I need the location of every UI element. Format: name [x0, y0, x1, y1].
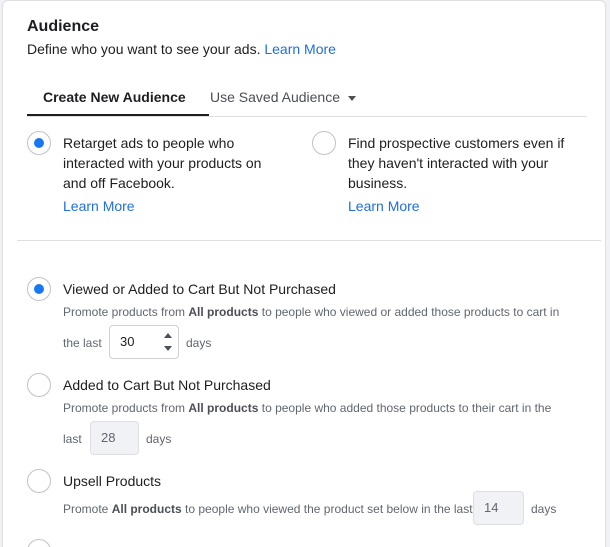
- tab-use-saved-audience[interactable]: Use Saved Audience: [210, 89, 356, 105]
- added-to-cart-radio[interactable]: [27, 373, 51, 397]
- tab-divider: [27, 116, 587, 117]
- subtitle-text: Define who you want to see your ads.: [27, 41, 261, 57]
- viewed-or-added-desc: Promote products from All products to pe…: [63, 305, 559, 319]
- prospect-line-2: they haven't interacted with your: [348, 155, 549, 171]
- added-days-value: 28: [101, 430, 116, 445]
- viewed-days-label: days: [186, 336, 212, 350]
- desc-text: Promote products from: [63, 305, 189, 319]
- caret-down-icon: [347, 95, 356, 101]
- tab-create-new-audience[interactable]: Create New Audience: [43, 89, 186, 105]
- desc-text: to people who viewed or added those prod…: [258, 305, 560, 319]
- days-stepper: [160, 326, 178, 358]
- audience-tabs: Create New Audience Use Saved Audience: [27, 81, 587, 119]
- learn-more-link[interactable]: Learn More: [264, 41, 336, 57]
- prospect-radio[interactable]: [312, 131, 336, 155]
- added-to-cart-title: Added to Cart But Not Purchased: [63, 377, 271, 393]
- prospect-line-3: business.: [348, 175, 408, 191]
- upsell-days-value: 14: [484, 500, 499, 515]
- stepper-down-icon[interactable]: [164, 346, 172, 351]
- viewed-or-added-radio[interactable]: [27, 277, 51, 301]
- prospect-description: Find prospective customers even if they …: [348, 133, 564, 193]
- retarget-radio[interactable]: [27, 131, 51, 155]
- added-last-label: last: [63, 432, 82, 446]
- desc-text: to people who added those products to th…: [258, 401, 552, 415]
- stepper-up-icon[interactable]: [164, 333, 172, 338]
- added-days-label: days: [146, 432, 172, 446]
- added-to-cart-desc: Promote products from All products to pe…: [63, 401, 551, 415]
- upsell-days-input[interactable]: 14: [473, 491, 524, 525]
- upsell-desc: Promote All products to people who viewe…: [63, 502, 473, 516]
- retarget-learn-more-link[interactable]: Learn More: [63, 198, 135, 214]
- viewed-or-added-title: Viewed or Added to Cart But Not Purchase…: [63, 281, 336, 297]
- section-subtitle: Define who you want to see your ads. Lea…: [27, 41, 336, 57]
- desc-text: Promote: [63, 502, 112, 516]
- tab-saved-label: Use Saved Audience: [210, 89, 340, 105]
- viewed-days-input[interactable]: 30: [109, 325, 179, 359]
- prospect-line-1: Find prospective customers even if: [348, 135, 565, 151]
- added-days-input[interactable]: 28: [90, 421, 139, 455]
- desc-product-set: All products: [111, 502, 182, 516]
- desc-text: to people who viewed the product set bel…: [181, 502, 473, 516]
- upsell-title: Upsell Products: [63, 473, 162, 489]
- retarget-line-3: and off Facebook.: [63, 175, 175, 191]
- upsell-radio[interactable]: [27, 469, 51, 493]
- section-divider: [17, 240, 601, 241]
- retarget-line-2: interacted with your products on: [63, 155, 262, 171]
- desc-product-set: All products: [188, 401, 259, 415]
- retarget-line-1: Retarget ads to people who: [63, 135, 235, 151]
- retarget-description: Retarget ads to people who interacted wi…: [63, 133, 261, 193]
- next-option-radio[interactable]: [27, 539, 51, 547]
- upsell-days-label: days: [531, 502, 557, 516]
- desc-text: Promote products from: [63, 401, 189, 415]
- viewed-last-label: the last: [63, 336, 102, 350]
- audience-panel: Audience Define who you want to see your…: [2, 0, 606, 547]
- desc-product-set: All products: [188, 305, 259, 319]
- prospect-learn-more-link[interactable]: Learn More: [348, 198, 420, 214]
- viewed-days-value: 30: [120, 334, 135, 349]
- section-title: Audience: [27, 18, 100, 35]
